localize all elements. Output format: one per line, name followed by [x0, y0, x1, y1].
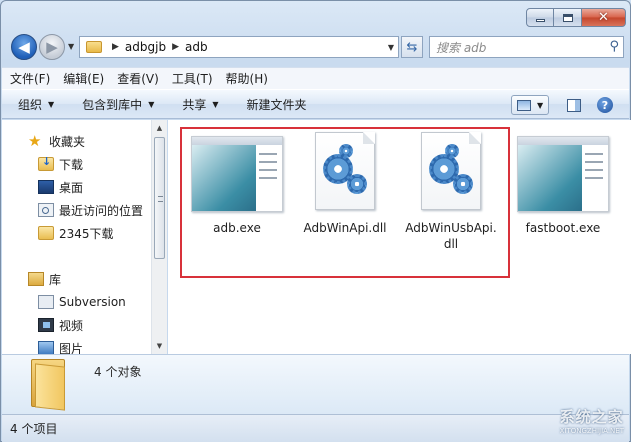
nav-subversion[interactable]: Subversion [38, 292, 126, 312]
file-name: fastboot.exe [525, 221, 601, 235]
address-row: ◀ ▶ ▼ ▶ adbgjb ▶ adb ▼ ⇆ 搜索 adb ⚲ [9, 33, 624, 61]
menu-tools[interactable]: 工具(T) [172, 70, 213, 87]
organize-button[interactable]: 组织 ▼ [18, 96, 54, 113]
nav-favorites[interactable]: ★ 收藏夹 [28, 131, 85, 151]
star-icon: ★ [28, 132, 42, 150]
address-dropdown-icon[interactable]: ▼ [388, 43, 394, 52]
scroll-thumb[interactable] [154, 137, 165, 259]
preview-pane-button[interactable] [567, 99, 581, 112]
close-button[interactable]: ✕ [582, 8, 626, 27]
help-button[interactable]: ? [597, 97, 613, 113]
file-item[interactable]: fastboot.exe [508, 136, 618, 236]
pictures-library-icon [38, 341, 54, 354]
menu-view[interactable]: 查看(V) [117, 70, 159, 87]
menu-file[interactable]: 文件(F) [10, 70, 50, 87]
chevron-down-icon: ▼ [148, 99, 155, 109]
watermark-text: 系统之家 [559, 408, 624, 426]
scroll-up-icon[interactable]: ▲ [152, 120, 167, 136]
nav-scrollbar[interactable]: ▲ ▼ [151, 120, 167, 354]
command-bar: 组织 ▼ 包含到库中 ▼ 共享 ▼ 新建文件夹 ▼ ? [2, 89, 629, 119]
nav-pictures-label: 图片 [59, 341, 84, 355]
share-label: 共享 [182, 97, 207, 112]
caption-buttons: ✕ [526, 8, 626, 27]
new-folder-label: 新建文件夹 [246, 97, 307, 112]
menu-edit[interactable]: 编辑(E) [63, 70, 104, 87]
change-view-button[interactable]: ▼ [511, 95, 549, 115]
desktop-icon [38, 180, 54, 194]
menu-help[interactable]: 帮助(H) [226, 70, 268, 87]
chevron-right-icon[interactable]: ▶ [172, 42, 179, 52]
nav-2345-downloads[interactable]: 2345下载 [38, 223, 114, 243]
nav-pictures[interactable]: 图片 [38, 338, 83, 354]
nav-downloads-label: 下载 [59, 157, 84, 172]
nav-favorites-label: 收藏夹 [49, 134, 86, 149]
search-placeholder: 搜索 adb [436, 40, 487, 55]
chevron-down-icon: ▼ [537, 100, 544, 110]
navigation-pane: ★ 收藏夹 下载 桌面 最近访问的位置 2345下载 库 Subversion 视… [2, 120, 167, 354]
recent-places-icon [38, 203, 54, 217]
new-folder-button[interactable]: 新建文件夹 [247, 96, 307, 113]
nav-recent-label: 最近访问的位置 [59, 203, 144, 218]
explorer-window: ✕ ◀ ▶ ▼ ▶ adbgjb ▶ adb ▼ ⇆ 搜索 adb ⚲ 文件(F… [0, 0, 631, 442]
nav-desktop-label: 桌面 [59, 180, 84, 195]
nav-downloads[interactable]: 下载 [38, 154, 83, 174]
folder-icon [38, 226, 54, 240]
share-button[interactable]: 共享 ▼ [182, 96, 218, 113]
scroll-down-icon[interactable]: ▼ [152, 338, 167, 354]
search-icon[interactable]: ⚲ [609, 39, 619, 54]
forward-button[interactable]: ▶ [39, 34, 65, 60]
maximize-icon [562, 13, 573, 22]
refresh-button[interactable]: ⇆ [401, 36, 423, 58]
view-icon [517, 99, 531, 111]
recent-pages-dropdown[interactable]: ▼ [68, 42, 74, 51]
exe-file-icon [517, 136, 609, 212]
folder-icon [86, 41, 102, 53]
arrow-right-icon: ▶ [46, 38, 58, 56]
details-pane: 4 个对象 [2, 354, 629, 414]
minimize-icon [535, 19, 545, 22]
chevron-right-icon[interactable]: ▶ [112, 42, 119, 52]
downloads-folder-icon [38, 155, 54, 171]
include-library-label: 包含到库中 [82, 97, 143, 112]
nav-videos-label: 视频 [59, 318, 84, 333]
folder-icon [29, 357, 69, 411]
nav-desktop[interactable]: 桌面 [38, 177, 83, 197]
nav-2345-label: 2345下载 [59, 226, 114, 241]
subversion-library-icon [38, 295, 54, 309]
item-count: 4 个项目 [10, 422, 58, 436]
chevron-down-icon: ▼ [48, 99, 55, 109]
watermark-logo: 系统之家 XITONGZHIJIA.NET [560, 406, 624, 435]
status-bar: 4 个项目 [2, 414, 629, 442]
organize-label: 组织 [18, 97, 43, 112]
nav-libraries-label: 库 [49, 272, 62, 287]
nav-recent-places[interactable]: 最近访问的位置 [38, 200, 143, 220]
nav-subversion-label: Subversion [59, 295, 126, 309]
minimize-button[interactable] [526, 8, 554, 27]
menu-bar: 文件(F) 编辑(E) 查看(V) 工具(T) 帮助(H) [2, 67, 629, 89]
watermark-subtext: XITONGZHIJIA.NET [559, 427, 624, 435]
nav-libraries[interactable]: 库 [28, 269, 61, 289]
back-button[interactable]: ◀ [11, 34, 37, 60]
highlight-box [180, 127, 510, 278]
refresh-icon: ⇆ [406, 39, 418, 55]
library-icon [28, 272, 44, 286]
breadcrumb-adbgjb[interactable]: adbgjb [125, 40, 166, 54]
search-input[interactable]: 搜索 adb ⚲ [429, 36, 624, 58]
maximize-button[interactable] [554, 8, 582, 27]
arrow-left-icon: ◀ [18, 38, 30, 56]
video-library-icon [38, 318, 54, 332]
nav-videos[interactable]: 视频 [38, 315, 83, 335]
close-icon: ✕ [598, 10, 609, 25]
help-icon: ? [601, 98, 609, 112]
address-bar[interactable]: ▶ adbgjb ▶ adb ▼ [79, 36, 399, 58]
chevron-down-icon: ▼ [212, 99, 219, 109]
breadcrumb-adb[interactable]: adb [185, 40, 208, 54]
grip-icon [158, 196, 163, 202]
object-count: 4 个对象 [94, 365, 142, 379]
include-library-button[interactable]: 包含到库中 ▼ [82, 96, 154, 113]
